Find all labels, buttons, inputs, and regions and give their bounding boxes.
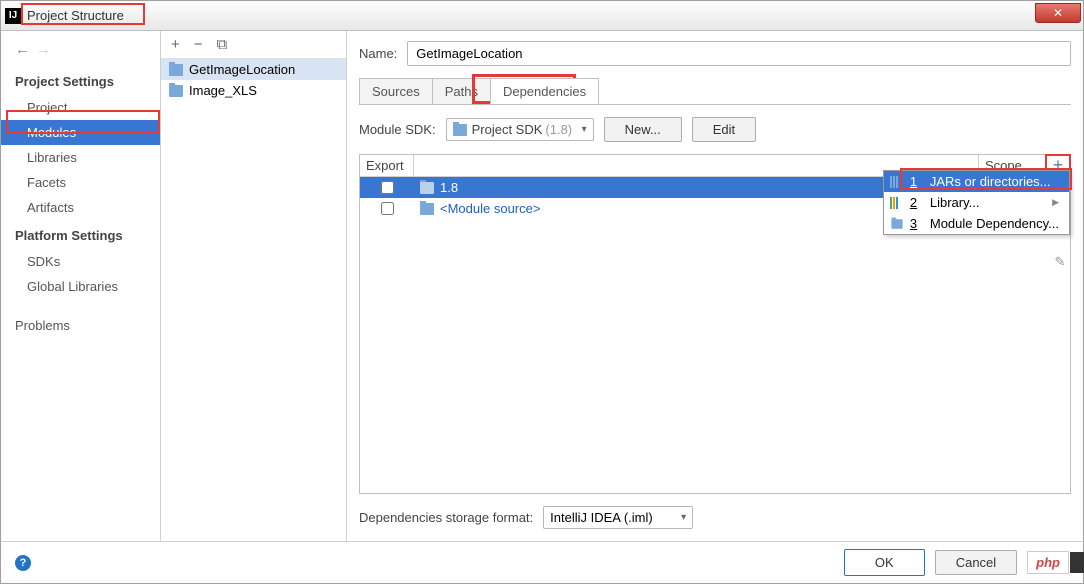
popup-num: 1 <box>910 174 924 189</box>
module-item-image-xls[interactable]: Image_XLS <box>161 80 346 101</box>
library-icon <box>890 196 904 210</box>
dep-export-checkbox[interactable] <box>381 202 394 215</box>
folder-icon <box>169 64 183 76</box>
content-area: ← → Project Settings Project Modules Lib… <box>1 31 1083 541</box>
col-export: Export <box>360 155 414 176</box>
name-label: Name: <box>359 46 397 61</box>
ok-button[interactable]: OK <box>844 549 925 576</box>
new-sdk-button[interactable]: New... <box>604 117 682 142</box>
sidebar-item-problems[interactable]: Problems <box>1 313 160 338</box>
sdk-version-text: (1.8) <box>545 122 572 137</box>
folder-icon <box>420 203 434 215</box>
chevron-down-icon: ▾ <box>681 512 686 523</box>
tab-sources[interactable]: Sources <box>359 78 433 104</box>
sdk-label: Module SDK: <box>359 122 436 137</box>
sdk-row: Module SDK: Project SDK (1.8) ▾ New... E… <box>359 117 1071 142</box>
chevron-down-icon: ▾ <box>582 124 587 135</box>
submenu-arrow-icon: ▶ <box>1052 197 1059 208</box>
dep-export-checkbox[interactable] <box>381 181 394 194</box>
add-module-icon[interactable]: + <box>171 36 180 53</box>
left-sidebar: ← → Project Settings Project Modules Lib… <box>1 31 161 541</box>
sdk-dropdown[interactable]: Project SDK (1.8) ▾ <box>446 118 594 141</box>
module-detail-panel: Name: Sources Paths Dependencies Module … <box>347 31 1083 541</box>
popup-label: JARs or directories... <box>930 174 1051 189</box>
modules-list-panel: + − ⧉ GetImageLocation Image_XLS <box>161 31 347 541</box>
edit-dep-icon[interactable]: ✎ <box>1055 254 1066 270</box>
sidebar-item-project[interactable]: Project <box>1 95 160 120</box>
popup-label: Library... <box>930 195 980 210</box>
folder-icon <box>169 85 183 97</box>
window-title: Project Structure <box>27 8 124 23</box>
cancel-button[interactable]: Cancel <box>935 550 1017 575</box>
remove-module-icon[interactable]: − <box>194 36 203 53</box>
footer: ? OK Cancel php <box>1 541 1083 583</box>
close-button[interactable]: ✕ <box>1035 3 1081 23</box>
sidebar-item-artifacts[interactable]: Artifacts <box>1 195 160 220</box>
app-icon: IJ <box>5 8 21 24</box>
folder-icon <box>453 124 467 136</box>
sidebar-item-global-libraries[interactable]: Global Libraries <box>1 274 160 299</box>
dep-label: <Module source> <box>440 201 540 216</box>
help-icon[interactable]: ? <box>15 555 31 571</box>
storage-row: Dependencies storage format: IntelliJ ID… <box>359 494 1071 541</box>
nav-arrows: ← → <box>1 37 160 66</box>
sidebar-item-modules[interactable]: Modules <box>1 120 160 145</box>
platform-settings-header: Platform Settings <box>1 220 160 249</box>
sidebar-item-libraries[interactable]: Libraries <box>1 145 160 170</box>
storage-value: IntelliJ IDEA (.iml) <box>550 510 653 525</box>
storage-format-dropdown[interactable]: IntelliJ IDEA (.iml) ▾ <box>543 506 693 529</box>
add-dependency-popup: 1 JARs or directories... 2 Library... ▶ … <box>883 170 1070 235</box>
edit-sdk-button[interactable]: Edit <box>692 117 756 142</box>
sidebar-item-facets[interactable]: Facets <box>1 170 160 195</box>
popup-num: 3 <box>910 216 924 231</box>
popup-item-library[interactable]: 2 Library... ▶ <box>884 192 1069 213</box>
copy-module-icon[interactable]: ⧉ <box>217 36 228 53</box>
sidebar-item-sdks[interactable]: SDKs <box>1 249 160 274</box>
module-name-input[interactable] <box>407 41 1071 66</box>
name-row: Name: <box>359 41 1071 66</box>
popup-label: Module Dependency... <box>930 216 1059 231</box>
sdk-selected-text: Project SDK <box>472 122 543 137</box>
project-settings-header: Project Settings <box>1 66 160 95</box>
titlebar: IJ Project Structure ✕ <box>1 1 1083 31</box>
module-label: Image_XLS <box>189 83 257 98</box>
tab-dependencies[interactable]: Dependencies <box>490 78 599 104</box>
popup-item-module-dep[interactable]: 3 Module Dependency... <box>884 213 1069 234</box>
modules-toolbar: + − ⧉ <box>161 31 346 59</box>
module-label: GetImageLocation <box>189 62 295 77</box>
forward-arrow-icon[interactable]: → <box>36 41 51 58</box>
dep-label: 1.8 <box>440 180 458 195</box>
folder-icon <box>420 182 434 194</box>
module-dep-icon <box>890 217 904 231</box>
back-arrow-icon[interactable]: ← <box>15 41 30 58</box>
popup-num: 2 <box>910 195 924 210</box>
project-structure-window: IJ Project Structure ✕ ← → Project Setti… <box>0 0 1084 584</box>
php-badge: php <box>1027 551 1069 574</box>
storage-label: Dependencies storage format: <box>359 510 533 525</box>
popup-item-jars[interactable]: 1 JARs or directories... <box>884 171 1069 192</box>
module-item-getimagelocation[interactable]: GetImageLocation <box>161 59 346 80</box>
tabs: Sources Paths Dependencies <box>359 78 1071 105</box>
jars-icon <box>890 175 904 189</box>
tab-paths[interactable]: Paths <box>432 78 491 104</box>
